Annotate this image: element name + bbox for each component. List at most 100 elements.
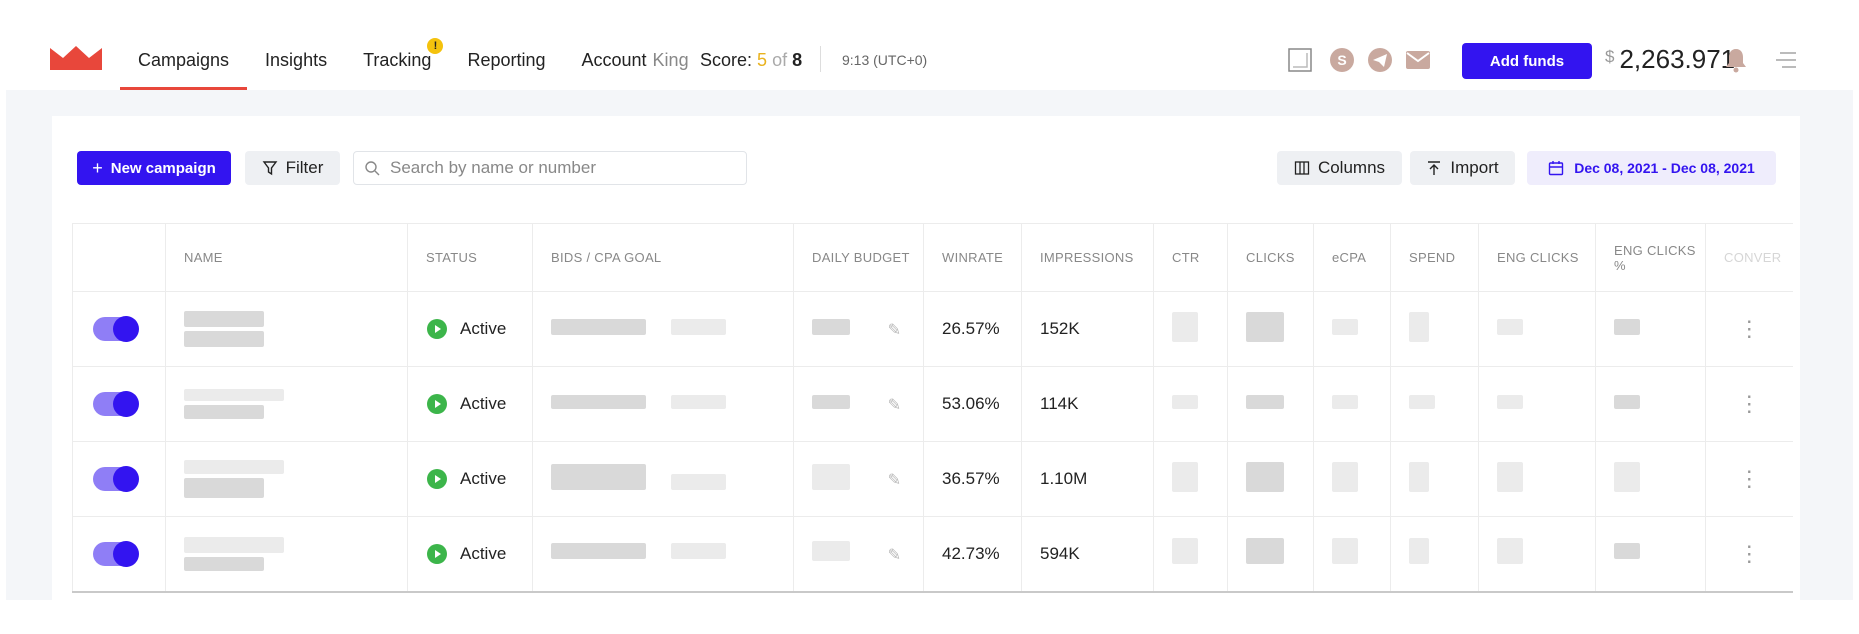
campaign-name-redacted[interactable]	[165, 441, 408, 517]
table-row[interactable]: Active ✎ 36.57% 1.10M ⋮	[72, 441, 1793, 517]
campaign-name-redacted[interactable]	[165, 366, 408, 442]
account-name: King	[652, 50, 689, 70]
edit-pencil-icon[interactable]: ✎	[888, 320, 901, 340]
ecpa-redacted	[1313, 291, 1391, 367]
campaign-toggle[interactable]	[93, 391, 139, 417]
nav-tracking[interactable]: Tracking !	[345, 38, 449, 90]
nav-reporting[interactable]: Reporting	[449, 40, 563, 90]
columns-button[interactable]: Columns	[1277, 151, 1402, 185]
col-header-ctr[interactable]: CTR	[1153, 223, 1228, 292]
main-nav: Campaigns Insights Tracking ! Reporting …	[120, 38, 707, 90]
nav-campaigns-label: Campaigns	[138, 50, 230, 70]
col-header-winrate[interactable]: WINRATE	[923, 223, 1022, 292]
menu-icon[interactable]	[1772, 46, 1800, 74]
eng-clicks-pct-redacted	[1595, 441, 1706, 517]
col-header-name[interactable]: NAME	[165, 223, 408, 292]
play-status-icon	[427, 469, 447, 489]
nav-campaigns[interactable]: Campaigns	[120, 40, 248, 90]
daily-budget-redacted[interactable]: ✎	[793, 291, 924, 367]
bids-redacted[interactable]	[532, 441, 794, 517]
col-header-spend[interactable]: SPEND	[1390, 223, 1479, 292]
row-more-menu-icon[interactable]: ⋮	[1705, 291, 1793, 367]
status-cell: Active	[407, 366, 533, 442]
row-more-menu-icon[interactable]: ⋮	[1705, 441, 1793, 517]
ecpa-redacted	[1313, 441, 1391, 517]
table-row[interactable]: Active ✎ 26.57% 152K ⋮	[72, 291, 1793, 367]
eng-clicks-redacted	[1478, 291, 1596, 367]
nav-tracking-label: Tracking	[363, 50, 432, 70]
col-header-clicks[interactable]: CLICKS	[1227, 223, 1314, 292]
tracking-warning-badge: !	[427, 38, 444, 54]
import-label: Import	[1450, 158, 1499, 177]
table-row[interactable]: Active ✎ 53.06% 114K ⋮	[72, 366, 1793, 442]
table-row[interactable]: Active ✎ 42.73% 594K ⋮	[72, 516, 1793, 593]
edit-pencil-icon[interactable]: ✎	[888, 395, 901, 415]
nav-insights[interactable]: Insights	[247, 40, 345, 90]
date-range-picker[interactable]: Dec 08, 2021 - Dec 08, 2021	[1527, 151, 1776, 185]
nav-reporting-label: Reporting	[467, 50, 546, 70]
filter-button[interactable]: Filter	[245, 151, 340, 185]
campaign-name-redacted[interactable]	[165, 516, 408, 593]
new-campaign-button[interactable]: + New campaign	[77, 151, 231, 185]
play-status-icon	[427, 543, 447, 564]
row-more-menu-icon[interactable]: ⋮	[1705, 516, 1793, 593]
campaign-toggle-cell	[72, 291, 166, 367]
col-header-eng-clicks[interactable]: ENG CLICKS	[1478, 223, 1596, 292]
spend-redacted	[1390, 516, 1479, 593]
col-header-impressions[interactable]: IMPRESSIONS	[1021, 223, 1154, 292]
campaign-toggle[interactable]	[93, 466, 139, 492]
campaign-toggle-cell	[72, 366, 166, 442]
edit-pencil-icon[interactable]: ✎	[888, 470, 901, 490]
telegram-icon[interactable]	[1366, 46, 1394, 74]
clicks-redacted	[1227, 441, 1314, 517]
col-header-bids[interactable]: BIDS / CPA GOAL	[532, 223, 794, 292]
ecpa-redacted	[1313, 516, 1391, 593]
daily-budget-redacted[interactable]: ✎	[793, 366, 924, 442]
bids-redacted[interactable]	[532, 366, 794, 442]
bell-icon[interactable]	[1722, 46, 1750, 74]
col-header-eng-clicks-pct[interactable]: ENG CLICKS %	[1595, 223, 1706, 292]
mail-icon[interactable]	[1404, 46, 1432, 74]
nav-account[interactable]: Account King	[564, 40, 707, 90]
ctr-redacted	[1153, 291, 1228, 367]
col-header-conversions[interactable]: CONVER	[1705, 223, 1793, 292]
filter-icon	[262, 161, 278, 176]
plus-icon: +	[92, 157, 103, 178]
col-header-ecpa[interactable]: eCPA	[1313, 223, 1391, 292]
search-icon	[365, 161, 380, 176]
skype-icon[interactable]: S	[1328, 46, 1356, 74]
daily-budget-redacted[interactable]: ✎	[793, 516, 924, 593]
status-cell: Active	[407, 441, 533, 517]
campaign-toggle[interactable]	[93, 316, 139, 342]
winrate-cell: 42.73%	[923, 516, 1022, 593]
row-more-menu-icon[interactable]: ⋮	[1705, 366, 1793, 442]
col-header-status[interactable]: STATUS	[407, 223, 533, 292]
status-text: Active	[460, 543, 507, 563]
account-balance: $2,263.971	[1605, 44, 1735, 75]
bids-redacted[interactable]	[532, 291, 794, 367]
top-bar: Campaigns Insights Tracking ! Reporting …	[0, 0, 1859, 90]
status-cell: Active	[407, 516, 533, 593]
status-text: Active	[460, 469, 507, 488]
col-header-daily-budget[interactable]: DAILY BUDGET	[793, 223, 924, 292]
ctr-redacted	[1153, 441, 1228, 517]
play-status-icon	[427, 319, 447, 339]
status-text: Active	[460, 319, 507, 338]
square-icon[interactable]	[1286, 46, 1314, 74]
bids-redacted[interactable]	[532, 516, 794, 593]
search-input[interactable]	[390, 158, 730, 178]
impressions-cell: 1.10M	[1021, 441, 1154, 517]
winrate-cell: 36.57%	[923, 441, 1022, 517]
daily-budget-redacted[interactable]: ✎	[793, 441, 924, 517]
campaigns-table: NAME STATUS BIDS / CPA GOAL DAILY BUDGET…	[72, 223, 1793, 593]
svg-text:S: S	[1337, 52, 1346, 68]
campaign-name-redacted[interactable]	[165, 291, 408, 367]
ctr-redacted	[1153, 366, 1228, 442]
campaign-toggle-cell	[72, 441, 166, 517]
edit-pencil-icon[interactable]: ✎	[888, 545, 901, 565]
crown-logo-icon[interactable]	[50, 44, 102, 70]
add-funds-button[interactable]: Add funds	[1462, 43, 1592, 79]
ecpa-redacted	[1313, 366, 1391, 442]
campaign-toggle[interactable]	[93, 540, 139, 567]
import-button[interactable]: Import	[1410, 151, 1515, 185]
